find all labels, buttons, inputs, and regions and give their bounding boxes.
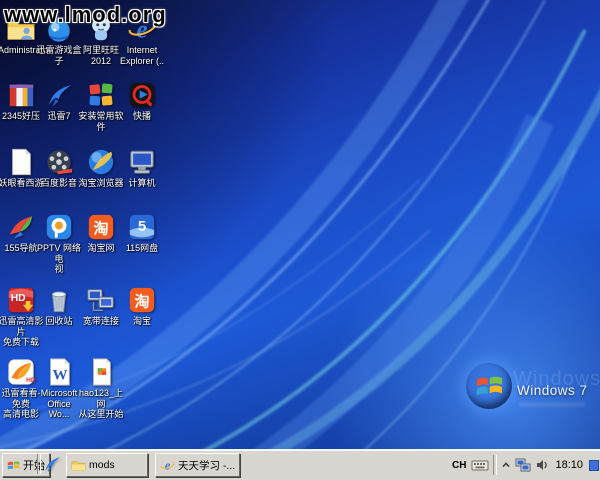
bird155-icon [6, 212, 36, 242]
svg-text:e: e [165, 458, 171, 472]
desktop-icon-label: 淘宝 [119, 316, 165, 327]
windows-orb-logo [466, 363, 512, 409]
desktop-icon-label: 迅雷7 [36, 111, 82, 122]
desktop-icon-label: 淘宝浏览器 [78, 178, 124, 189]
pptv-icon [44, 212, 74, 242]
desktop-icon-label: 宽带连接 [78, 316, 124, 327]
desktop-icon-ms-word[interactable]: W Microsoft Office Wo... [36, 357, 82, 420]
taskbar-button-ie[interactable]: e 天天学习 -... [155, 453, 240, 477]
taskbar: 开始 modse天天学习 -... CH 18:10 [0, 449, 600, 480]
tray-separator [493, 455, 497, 475]
hao123-icon [86, 357, 116, 387]
thunder-icon [44, 80, 74, 110]
desktop-icon-recycle-bin[interactable]: 回收站 [36, 285, 82, 327]
desktop-icon-label: 百度影音 [36, 178, 82, 189]
desktop-icon-label: Internet Explorer (.. [119, 45, 165, 66]
desktop-icon-pptv[interactable]: PPTV 网络电 视 [36, 212, 82, 275]
taskbar-clock[interactable]: 18:10 [553, 459, 585, 471]
desktop-icon-xunlei-7[interactable]: 迅雷7 [36, 80, 82, 122]
svg-text:W: W [52, 368, 67, 384]
hd-red-icon: HD [6, 285, 36, 315]
desktop-icon-label: 回收站 [36, 316, 82, 327]
ime-language-indicator[interactable]: CH [451, 460, 467, 471]
taskbar-button-label: mods [89, 459, 115, 471]
svg-text:淘: 淘 [133, 293, 149, 311]
system-tray: CH 18:10 [451, 450, 600, 480]
show-desktop-button[interactable] [589, 460, 599, 471]
desktop-icon-taobao-site[interactable]: 淘淘宝网 [78, 212, 124, 254]
network-icon[interactable] [515, 458, 531, 472]
windows-flag-icon [7, 459, 20, 472]
show-hidden-icons-chevron-icon[interactable] [501, 460, 511, 470]
tb-browser-icon [86, 147, 116, 177]
desktop-icon-install-common-software[interactable]: 安装常用软件 [78, 80, 124, 132]
volume-icon[interactable] [535, 458, 549, 472]
taskbar-button-mods[interactable]: mods [66, 453, 148, 477]
desktop-icon-label: 计算机 [119, 178, 165, 189]
desktop-icon-qvod[interactable]: 快播 [119, 80, 165, 122]
desktop-icon-115-pan[interactable]: 5 115网盘 [119, 212, 165, 254]
desktop-icon-label: 快播 [119, 111, 165, 122]
windows7-edition-faint-text [519, 402, 585, 407]
taobao-icon: 淘 [86, 212, 116, 242]
desktop-icon-baidu-player[interactable]: 百度影音 [36, 147, 82, 189]
desktop-icon-label: hao123_上网 从这里开始 [78, 388, 124, 420]
desktop-icon-label: 迅雷游戏盒子 [36, 45, 82, 66]
folder-icon [71, 458, 86, 473]
svg-text:5: 5 [138, 218, 146, 235]
pan115-icon: 5 [127, 212, 157, 242]
desktop-icon-label: 115网盘 [119, 243, 165, 254]
desktop-icon-computer[interactable]: 计算机 [119, 147, 165, 189]
desktop-icon-hao123[interactable]: hao123_上网 从这里开始 [78, 357, 124, 420]
reel-icon [44, 147, 74, 177]
desktop-icon-label: 阿里旺旺2012 [78, 45, 124, 66]
desktop-icon-taobao-browser[interactable]: 淘宝浏览器 [78, 147, 124, 189]
qvod-icon [127, 80, 157, 110]
desktop-icon-label: 安装常用软件 [78, 111, 124, 132]
doc-blank-icon [6, 147, 36, 177]
svg-text:HD: HD [26, 377, 36, 384]
desktop-icon-label: Microsoft Office Wo... [36, 388, 82, 420]
taobao-icon: 淘 [127, 285, 157, 315]
ie-small-icon: e [160, 458, 175, 473]
desktop: Windows 7 Windows 7 www.lmod.org Adminis… [0, 0, 600, 450]
kankan-icon: HD [6, 357, 36, 387]
broadband-icon [86, 285, 116, 315]
watermark: www.lmod.org [4, 2, 167, 28]
svg-text:淘: 淘 [92, 220, 108, 238]
desktop-icon-label: 淘宝网 [78, 243, 124, 254]
taskbar-button-label: 天天学习 -... [178, 458, 235, 473]
word-icon: W [44, 357, 74, 387]
desktop-icon-taobao[interactable]: 淘淘宝 [119, 285, 165, 327]
thunder-quick-launch-icon[interactable] [42, 454, 62, 474]
softgrid-icon [86, 80, 116, 110]
desktop-icon-broadband-connection[interactable]: 宽带连接 [78, 285, 124, 327]
windows7-logo-text: Windows 7 [517, 383, 588, 398]
svg-text:HD: HD [11, 293, 26, 304]
computer-icon [127, 147, 157, 177]
keyboard-icon[interactable] [471, 458, 489, 472]
taskbar-separator [37, 454, 41, 474]
recycle-icon [44, 285, 74, 315]
books-icon [6, 80, 36, 110]
desktop-icon-label: PPTV 网络电 视 [36, 243, 82, 275]
task-button-area: mods e 天天学习 -... [66, 453, 240, 477]
